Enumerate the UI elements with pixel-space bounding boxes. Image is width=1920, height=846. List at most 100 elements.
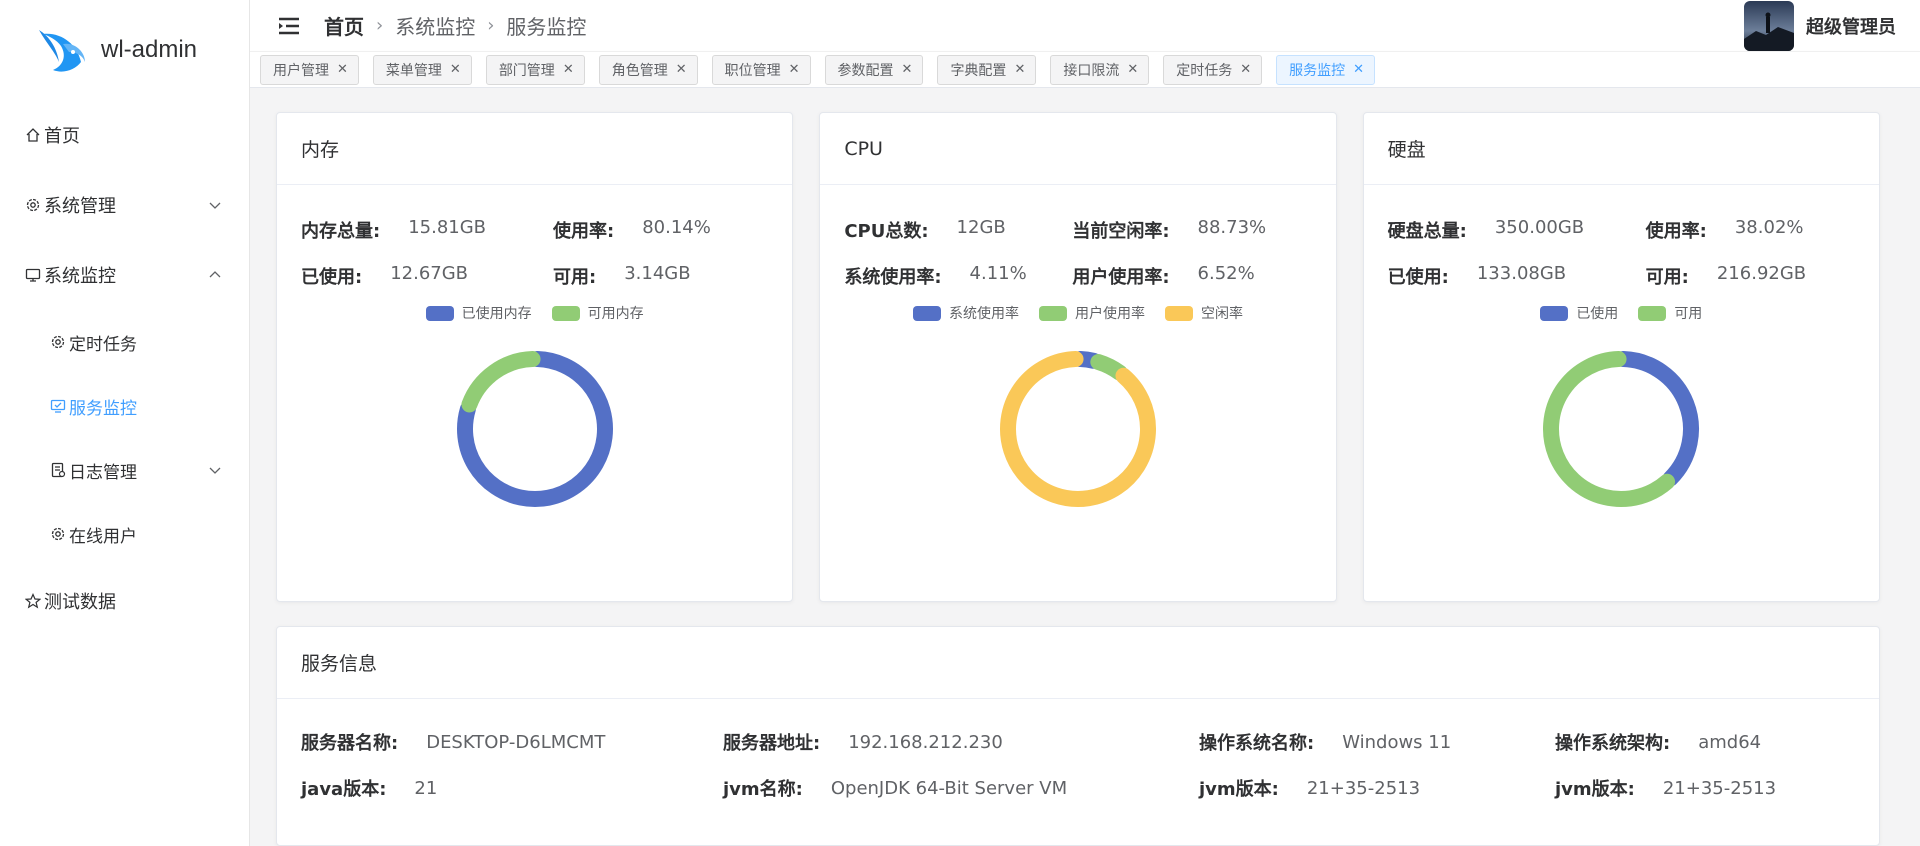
sidebar-item-system[interactable]: 系统管理 (0, 170, 249, 240)
sidebar-item-label: 定时任务 (69, 334, 137, 355)
tag-role-management[interactable]: 角色管理 ✕ (598, 54, 698, 85)
tag-label: 接口限流 (1063, 62, 1120, 79)
stat-value: 88.73% (1197, 217, 1267, 238)
close-icon[interactable]: ✕ (1014, 62, 1025, 77)
breadcrumb-item[interactable]: 首页 (324, 11, 364, 40)
log-icon (50, 462, 67, 479)
close-icon[interactable]: ✕ (1127, 62, 1138, 77)
legend-item[interactable]: 可用 (1638, 303, 1702, 323)
donut-slice-已使用[interactable] (1615, 351, 1700, 487)
sidebar-item-label: 在线用户 (69, 526, 137, 547)
content: 内存 内存总量: 15.81GB 使用率: 80.14% 已使用: 12.67GB 可… (250, 88, 1920, 846)
sidebar-item-online-users[interactable]: 在线用户 (0, 502, 249, 566)
stat-label: 已使用: (1387, 267, 1449, 288)
stat-label: 使用率: (1645, 221, 1707, 242)
info-value: 192.168.212.230 (848, 731, 1003, 753)
sidebar-item-home[interactable]: 首页 (0, 100, 249, 170)
close-icon[interactable]: ✕ (450, 62, 461, 77)
info-value: Windows 11 (1342, 731, 1452, 753)
donut-slice-用户使用率[interactable] (1090, 354, 1128, 381)
legend-item[interactable]: 系统使用率 (912, 303, 1019, 323)
sidebar-item-log-management[interactable]: 日志管理 (0, 438, 249, 502)
donut-slice-可用[interactable] (1543, 351, 1676, 507)
close-icon[interactable]: ✕ (676, 62, 687, 77)
info-label: jvm名称: (723, 779, 803, 800)
gear-icon (24, 196, 42, 214)
sidebar-item-label: 测试数据 (44, 592, 116, 613)
legend-item[interactable]: 可用内存 (551, 303, 644, 323)
sidebar-item-service-monitor[interactable]: 服务监控 (0, 374, 249, 438)
donut-slice-空闲率[interactable] (1000, 351, 1156, 507)
sidebar: wl-admin 首页 系统管理 系统监控 定时任务 服务监控 日志管理 在线用… (0, 0, 250, 846)
tag-rate-limit[interactable]: 接口限流 ✕ (1050, 54, 1150, 85)
header: 首页 › 系统监控 › 服务监控 超级管理员 (250, 0, 1920, 53)
tag-dictionary-config[interactable]: 字典配置 ✕ (937, 54, 1037, 85)
stat-label: 系统使用率: (844, 267, 942, 288)
legend-item[interactable]: 已使用 (1540, 303, 1618, 323)
card-title: CPU (820, 113, 1336, 185)
stat-value: 12GB (956, 217, 1006, 238)
tag-label: 部门管理 (498, 62, 555, 79)
menu-fold-icon[interactable] (278, 16, 300, 36)
stat-label: 已使用: (301, 267, 363, 288)
user-name: 超级管理员 (1806, 16, 1896, 38)
cpu-card: CPU CPU总数: 12GB 当前空闲率: 88.73% 系统使用率: 4.11% … (819, 112, 1337, 602)
tag-menu-management[interactable]: 菜单管理 ✕ (372, 54, 472, 85)
card-title: 内存 (277, 113, 793, 185)
card-title: 服务信息 (277, 627, 1879, 699)
tag-label: 定时任务 (1176, 62, 1233, 79)
avatar[interactable] (1744, 0, 1794, 51)
close-icon[interactable]: ✕ (789, 62, 800, 77)
legend-label: 系统使用率 (948, 306, 1019, 322)
tag-department-management[interactable]: 部门管理 ✕ (485, 54, 585, 85)
server-info-card: 服务信息 服务器名称: DESKTOP-D6LMCMT 服务器地址: 192.168… (276, 626, 1880, 846)
chart-legend: 已使用内存 可用内存 (277, 301, 792, 325)
info-label: java版本: (301, 779, 387, 800)
info-label: 服务器地址: (723, 733, 821, 754)
sidebar-item-monitor[interactable]: 系统监控 (0, 240, 249, 310)
stat-value: 15.81GB (408, 217, 487, 238)
close-icon[interactable]: ✕ (902, 62, 913, 77)
sidebar-item-scheduled-tasks[interactable]: 定时任务 (0, 310, 249, 374)
stat-label: 内存总量: (301, 221, 381, 242)
close-icon[interactable]: ✕ (563, 62, 574, 77)
stat-label: 硬盘总量: (1387, 221, 1467, 242)
tag-user-management[interactable]: 用户管理 ✕ (260, 54, 359, 85)
sidebar-item-label: 系统监控 (44, 266, 116, 287)
legend-item[interactable]: 空闲率 (1164, 303, 1243, 323)
stat-label: CPU总数: (844, 221, 929, 242)
legend-label: 用户使用率 (1074, 306, 1145, 322)
stat-value: 350.00GB (1494, 217, 1585, 238)
info-value: 21+35-2513 (1662, 777, 1777, 799)
user-menu[interactable]: 超级管理员 (1744, 0, 1896, 51)
tag-scheduled-tasks[interactable]: 定时任务 ✕ (1163, 54, 1263, 85)
breadcrumb-item[interactable]: 系统监控 (395, 11, 475, 40)
legend-item[interactable]: 用户使用率 (1038, 303, 1145, 323)
tag-label: 参数配置 (837, 62, 894, 79)
info-label: jvm版本: (1555, 779, 1635, 800)
info-value: DESKTOP-D6LMCMT (426, 731, 606, 753)
tag-position-management[interactable]: 职位管理 ✕ (711, 54, 811, 85)
logo[interactable]: wl-admin (0, 0, 249, 100)
close-icon[interactable]: ✕ (1240, 62, 1251, 77)
info-value: 21 (414, 777, 438, 799)
disk-card: 硬盘 硬盘总量: 350.00GB 使用率: 38.02% 已使用: 133.08GB… (1362, 112, 1880, 602)
close-icon[interactable]: ✕ (337, 62, 348, 77)
stat-value: 216.92GB (1716, 263, 1807, 284)
stat-value: 6.52% (1197, 263, 1255, 284)
donut-slice-可用内存[interactable] (461, 351, 541, 413)
info-value: amd64 (1698, 731, 1762, 753)
chevron-down-icon (209, 202, 221, 209)
sidebar-item-test-data[interactable]: 测试数据 (0, 566, 249, 636)
sidebar-item-label: 系统管理 (44, 196, 116, 217)
legend-item[interactable]: 已使用内存 (425, 303, 532, 323)
chart-legend: 已使用 可用 (1364, 301, 1879, 325)
info-value: 21+35-2513 (1306, 777, 1421, 799)
close-icon[interactable]: ✕ (1353, 62, 1364, 77)
tags-view: 用户管理 ✕ 菜单管理 ✕ 部门管理 ✕ 角色管理 ✕ 职位管理 ✕ 参数配置 ✕ 字典配置… (250, 52, 1920, 88)
star-icon (24, 592, 42, 610)
tag-parameter-config[interactable]: 参数配置 ✕ (824, 54, 924, 85)
tag-label: 字典配置 (950, 62, 1007, 79)
tag-label: 用户管理 (273, 62, 329, 79)
tag-service-monitor[interactable]: 服务监控 ✕ (1276, 54, 1376, 85)
